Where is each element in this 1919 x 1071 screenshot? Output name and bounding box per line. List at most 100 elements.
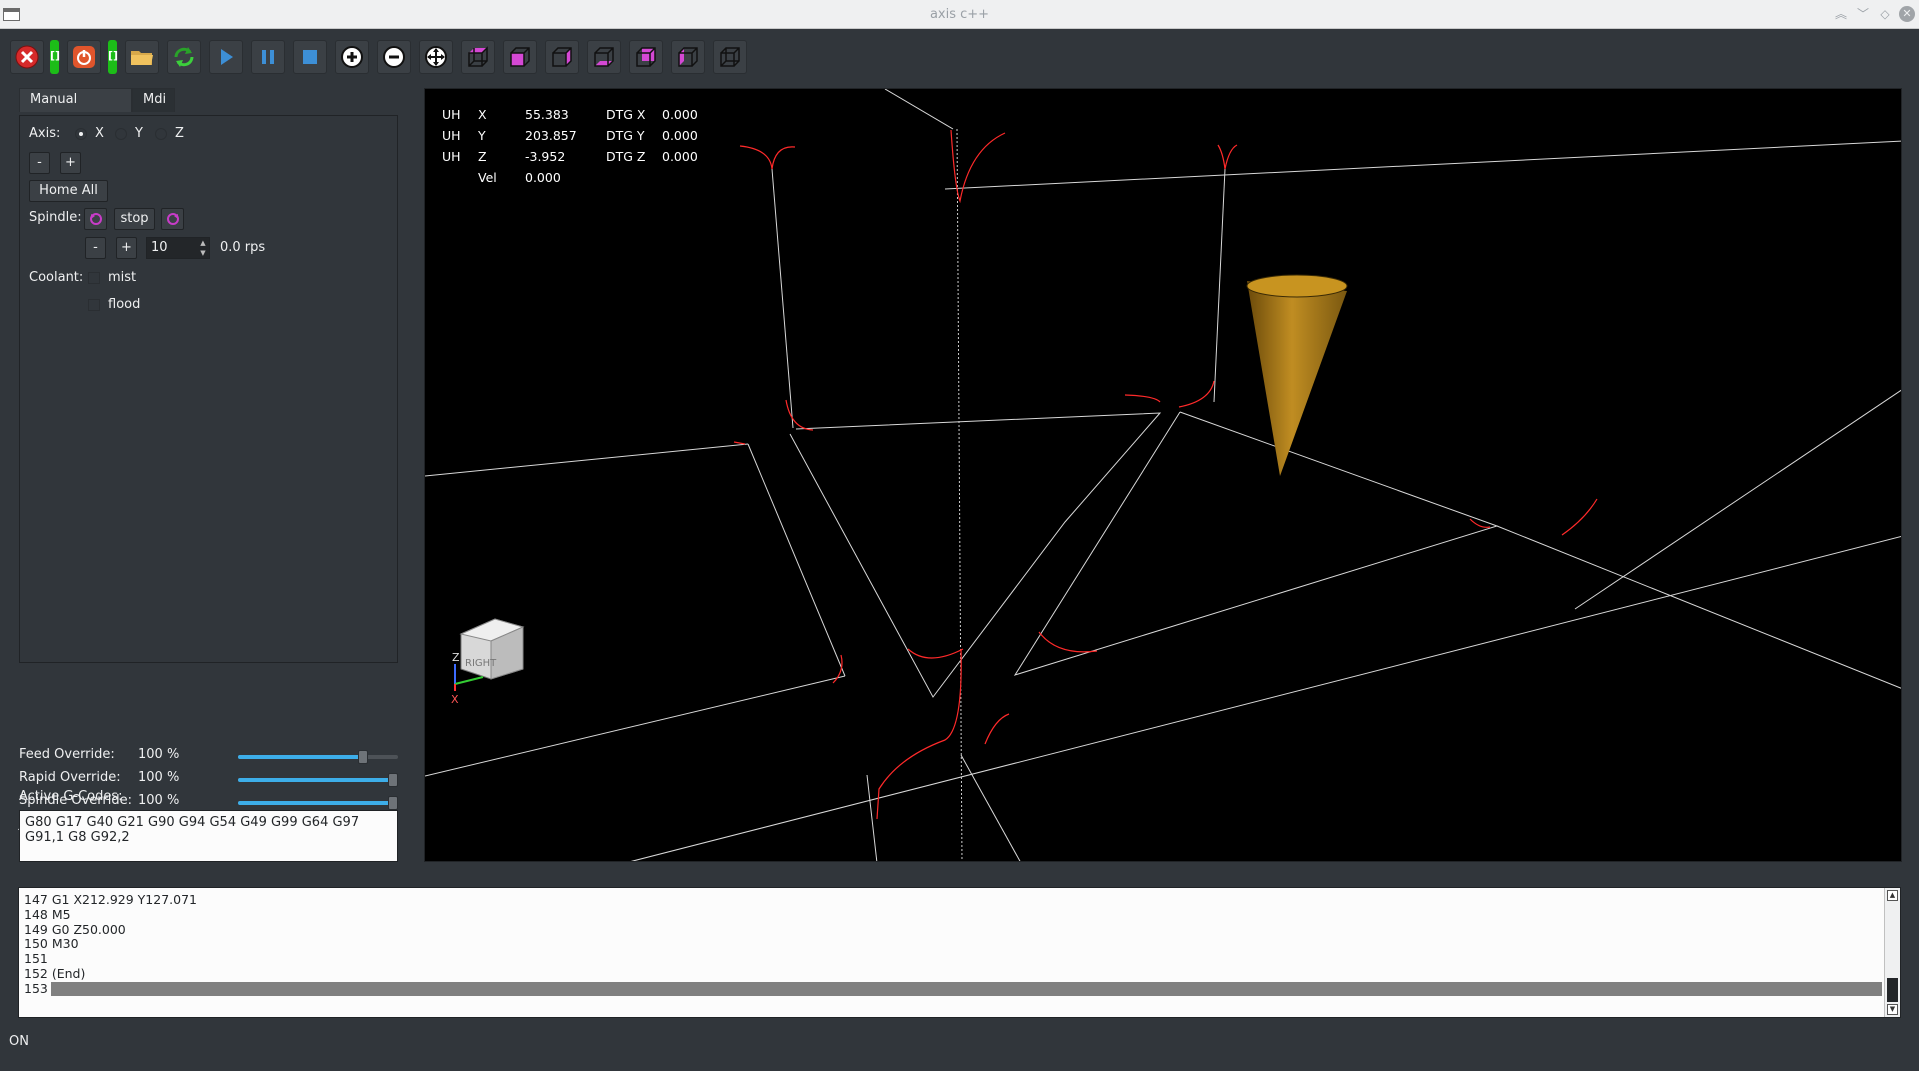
active-gcodes-text: G80 G17 G40 G21 G90 G94 G54 G49 G99 G64 … bbox=[19, 810, 398, 862]
spindle-minus-button[interactable]: - bbox=[85, 237, 106, 259]
dro-axis: Z bbox=[478, 149, 487, 164]
spindle-rps: 0.0 rps bbox=[220, 240, 266, 255]
open-file-button[interactable] bbox=[125, 40, 159, 74]
override-slider-fill bbox=[238, 755, 363, 759]
flood-checkbox[interactable] bbox=[88, 299, 100, 311]
axis-label: Axis: bbox=[29, 126, 61, 141]
mist-checkbox[interactable] bbox=[88, 272, 100, 284]
override-slider-handle[interactable] bbox=[388, 773, 398, 787]
view-cube-face-label: RIGHT bbox=[465, 658, 497, 669]
axis-x-label: X bbox=[95, 126, 104, 141]
view-top-button[interactable] bbox=[461, 40, 495, 74]
dro-value: 55.383 bbox=[525, 107, 569, 122]
open-folder-icon bbox=[131, 51, 153, 65]
current-line-highlight bbox=[51, 981, 1882, 996]
gcode-line-text: 147 G1 X212.929 Y127.071 bbox=[24, 892, 197, 907]
estop-toggle[interactable]: [] bbox=[50, 40, 60, 74]
power-icon bbox=[73, 46, 95, 68]
gcode-line[interactable]: 150 M30 bbox=[24, 937, 79, 951]
scroll-down-icon[interactable]: ▼ bbox=[1887, 1004, 1898, 1015]
spindle-reverse-button[interactable] bbox=[84, 208, 107, 230]
zoom-out-button[interactable] bbox=[377, 40, 411, 74]
spindle-speed-value: 10 bbox=[151, 240, 168, 255]
axis-x-radio[interactable] bbox=[75, 128, 87, 140]
zoom-fit-icon bbox=[425, 46, 447, 68]
zoom-in-button[interactable] bbox=[335, 40, 369, 74]
view-front-button[interactable] bbox=[503, 40, 537, 74]
spindle-plus-button[interactable]: + bbox=[116, 237, 137, 259]
axis-z-radio[interactable] bbox=[155, 128, 167, 140]
view-bottom-button[interactable] bbox=[587, 40, 621, 74]
power-toggle[interactable]: [] bbox=[108, 40, 118, 74]
dro-prefix: UH bbox=[442, 128, 461, 143]
override-slider[interactable] bbox=[238, 773, 398, 787]
view-side-icon bbox=[552, 47, 572, 67]
backplot-viewport[interactable]: RIGHT Z X UH X 55.383 DTG X 0.000 UH Y 203.857 D… bbox=[424, 88, 1902, 862]
rapid-moves bbox=[425, 89, 1901, 861]
view-side-button[interactable] bbox=[545, 40, 579, 74]
dro-dtg-label: DTG Y bbox=[606, 128, 645, 143]
spin-arrows-icon[interactable]: ▲ ▼ bbox=[197, 238, 209, 258]
minimize-icon[interactable]: ﹀ bbox=[1855, 6, 1871, 22]
manual-control-panel: Axis: X Y Z - + Home All Spindle: stop -… bbox=[19, 115, 398, 663]
spindle-speed-spinbox[interactable]: 10 ▲ ▼ bbox=[146, 237, 210, 259]
override-slider[interactable] bbox=[238, 796, 398, 810]
run-button[interactable] bbox=[209, 40, 243, 74]
gcode-line[interactable]: 147 G1 X212.929 Y127.071 bbox=[24, 893, 197, 907]
zoom-fit-button[interactable] bbox=[419, 40, 453, 74]
estop-button[interactable] bbox=[10, 40, 44, 74]
jog-plus-button[interactable]: + bbox=[60, 152, 81, 174]
maximize-icon[interactable]: ◇ bbox=[1877, 6, 1893, 22]
view-rear-button[interactable] bbox=[629, 40, 663, 74]
spindle-ccw-icon bbox=[89, 213, 102, 225]
machine-status: ON bbox=[9, 1034, 29, 1049]
gcode-line[interactable]: 149 G0 Z50.000 bbox=[24, 922, 126, 937]
gcode-line[interactable]: 151 bbox=[24, 952, 48, 966]
gcode-line[interactable]: 148 M5 bbox=[24, 907, 71, 922]
jog-minus-button[interactable]: - bbox=[29, 152, 50, 174]
override-slider-fill bbox=[238, 801, 394, 805]
title-bar: axis c++ ︽ ﹀ ◇ ✕ bbox=[0, 0, 1919, 29]
close-window-icon[interactable]: ✕ bbox=[1899, 6, 1915, 22]
override-value: 100 % bbox=[138, 770, 180, 785]
feed-moves bbox=[733, 129, 1598, 820]
override-slider-fill bbox=[238, 778, 394, 782]
view-perspective-button[interactable] bbox=[713, 40, 747, 74]
view-left-button[interactable] bbox=[671, 40, 705, 74]
view-rear-icon bbox=[636, 47, 656, 67]
override-slider-handle[interactable] bbox=[388, 796, 398, 810]
override-label: Feed Override: bbox=[19, 747, 115, 762]
scroll-thumb[interactable] bbox=[1887, 978, 1898, 1002]
gcode-line-text: 153 bbox=[24, 980, 48, 996]
toolpath-canvas: RIGHT Z X bbox=[425, 89, 1901, 861]
reload-button[interactable] bbox=[167, 40, 201, 74]
estop-icon bbox=[15, 45, 39, 69]
tab-manual-control[interactable]: Manual Control bbox=[19, 88, 132, 129]
gcode-line[interactable]: 152 (End) bbox=[24, 967, 85, 981]
override-slider-handle[interactable] bbox=[358, 750, 368, 764]
axis-y-radio[interactable] bbox=[115, 128, 127, 140]
spindle-forward-button[interactable] bbox=[161, 208, 184, 230]
tab-mdi[interactable]: Mdi bbox=[132, 88, 175, 112]
override-slider[interactable] bbox=[238, 750, 398, 764]
keep-above-icon[interactable]: ︽ bbox=[1833, 6, 1849, 22]
view-cube[interactable]: RIGHT bbox=[459, 618, 525, 680]
scroll-up-icon[interactable]: ▲ bbox=[1887, 890, 1898, 901]
axis-triad-z-label: Z bbox=[452, 651, 460, 664]
stop-button[interactable] bbox=[293, 40, 327, 74]
pause-button[interactable] bbox=[251, 40, 285, 74]
home-all-button[interactable]: Home All bbox=[29, 180, 108, 202]
gcode-scrollbar[interactable]: ▲ ▼ bbox=[1884, 888, 1900, 1017]
flood-label: flood bbox=[108, 297, 141, 312]
gcode-listing[interactable]: 147 G1 X212.929 Y127.071 148 M5 149 G0 Z50… bbox=[18, 887, 1901, 1018]
zoom-in-icon bbox=[341, 46, 363, 68]
toolbar: [] [] bbox=[0, 30, 1919, 80]
machine-power-button[interactable] bbox=[67, 40, 101, 74]
coolant-label: Coolant: bbox=[29, 270, 84, 285]
play-icon bbox=[221, 49, 233, 65]
tool-cone bbox=[1246, 274, 1348, 476]
gcode-line-current[interactable]: 153 bbox=[19, 980, 1882, 996]
spindle-stop-button[interactable]: stop bbox=[114, 208, 155, 230]
dro-dtg-label: DTG X bbox=[606, 107, 646, 122]
dro-axis: X bbox=[478, 107, 487, 122]
